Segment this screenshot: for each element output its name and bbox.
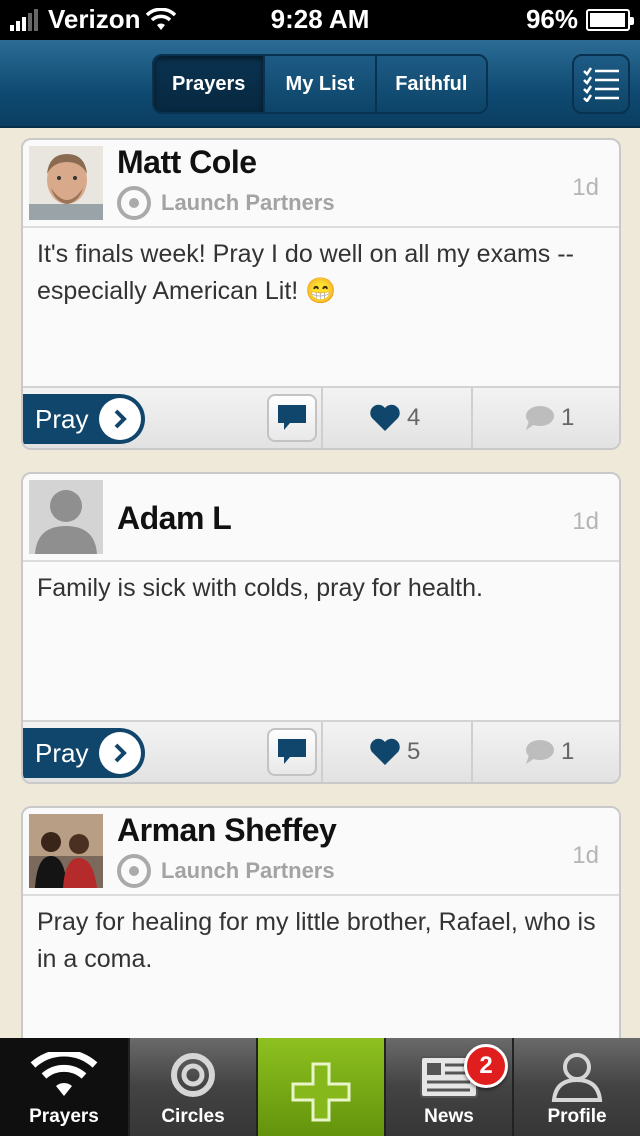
comments-count: 1 <box>561 738 575 765</box>
tab-bar: Prayers Circles 2 News Profile <box>0 1038 640 1136</box>
comment-bubble-icon <box>526 740 554 764</box>
target-icon <box>117 854 151 888</box>
divider <box>471 722 473 782</box>
divider <box>471 388 473 448</box>
author-name[interactable]: Arman Sheffey <box>117 812 337 849</box>
comment-bubble-icon <box>526 406 554 430</box>
author-name[interactable]: Matt Cole <box>117 144 257 181</box>
status-bar: Verizon 9:28 AM 96% <box>0 0 640 40</box>
post-time: 1d <box>572 174 599 201</box>
comments-button[interactable]: 1 <box>523 388 574 448</box>
add-prayer-button[interactable] <box>256 1038 384 1136</box>
heart-icon <box>370 404 400 431</box>
tab-faithful[interactable]: Faithful <box>374 56 486 112</box>
speech-bubble-icon <box>278 739 306 764</box>
circle-tag[interactable]: Launch Partners <box>117 186 335 220</box>
circle-tag[interactable]: Launch Partners <box>117 854 335 888</box>
target-icon <box>130 1052 256 1098</box>
list-view-button[interactable] <box>572 54 630 114</box>
pray-button[interactable]: Pray <box>23 394 145 444</box>
tab-news[interactable]: 2 News <box>384 1038 512 1136</box>
list-icon <box>583 67 619 102</box>
tab-label: Profile <box>547 1106 607 1127</box>
post-time: 1d <box>572 842 599 869</box>
target-icon <box>117 186 151 220</box>
comments-count: 1 <box>561 404 575 431</box>
battery-icon <box>586 8 634 31</box>
person-icon <box>514 1052 640 1102</box>
pray-label: Pray <box>35 737 89 768</box>
prayer-text: It's finals week! Pray I do well on all … <box>37 240 574 305</box>
circle-name: Launch Partners <box>161 190 335 215</box>
likes-button[interactable]: 4 <box>369 388 420 448</box>
prayer-feed[interactable]: Matt Cole Launch Partners 1d It's finals… <box>0 130 640 1038</box>
pray-label: Pray <box>35 403 89 434</box>
chevron-right-icon <box>99 732 141 774</box>
prayer-card: Arman Sheffey Launch Partners 1d Pray fo… <box>21 806 621 1038</box>
prayer-card: Adam L 1d Family is sick with colds, pra… <box>21 472 621 784</box>
battery-area: 96% <box>525 4 634 35</box>
navigation-bar: Prayers My List Faithful <box>0 40 640 128</box>
card-header: Adam L 1d <box>23 474 619 562</box>
add-comment-button[interactable] <box>267 728 317 776</box>
comments-button[interactable]: 1 <box>523 722 574 782</box>
avatar[interactable] <box>29 146 103 220</box>
prayer-text: Family is sick with colds, pray for heal… <box>37 574 483 602</box>
prayer-text: Pray for healing for my little brother, … <box>37 908 596 973</box>
tab-prayers-bottom[interactable]: Prayers <box>0 1038 128 1136</box>
likes-count: 4 <box>407 404 421 431</box>
battery-percent: 96% <box>525 4 578 34</box>
prayer-card: Matt Cole Launch Partners 1d It's finals… <box>21 138 621 450</box>
tab-profile[interactable]: Profile <box>512 1038 640 1136</box>
divider <box>321 722 323 782</box>
post-time: 1d <box>572 508 599 535</box>
segmented-control: Prayers My List Faithful <box>152 54 488 114</box>
card-header: Arman Sheffey Launch Partners 1d <box>23 808 619 896</box>
notification-badge: 2 <box>464 1044 508 1088</box>
wifi-signal-icon <box>0 1052 128 1098</box>
card-header: Matt Cole Launch Partners 1d <box>23 140 619 228</box>
tab-prayers[interactable]: Prayers <box>154 56 264 112</box>
divider <box>321 388 323 448</box>
tab-label: News <box>424 1106 474 1127</box>
tab-label: Circles <box>161 1106 225 1127</box>
likes-button[interactable]: 5 <box>369 722 420 782</box>
pray-button[interactable]: Pray <box>23 728 145 778</box>
add-comment-button[interactable] <box>267 394 317 442</box>
avatar[interactable] <box>29 480 103 554</box>
heart-icon <box>370 738 400 765</box>
speech-bubble-icon <box>278 405 306 430</box>
card-actions: Pray 5 1 <box>23 720 619 782</box>
likes-count: 5 <box>407 738 421 765</box>
tab-my-list[interactable]: My List <box>263 56 375 112</box>
chevron-right-icon <box>99 398 141 440</box>
battery-level <box>590 12 625 27</box>
avatar[interactable] <box>29 814 103 888</box>
tab-label: Prayers <box>29 1106 99 1127</box>
plus-icon <box>258 1062 384 1122</box>
author-name[interactable]: Adam L <box>117 500 232 537</box>
card-actions: Pray 4 1 <box>23 386 619 448</box>
tab-circles[interactable]: Circles <box>128 1038 256 1136</box>
circle-name: Launch Partners <box>161 858 335 883</box>
